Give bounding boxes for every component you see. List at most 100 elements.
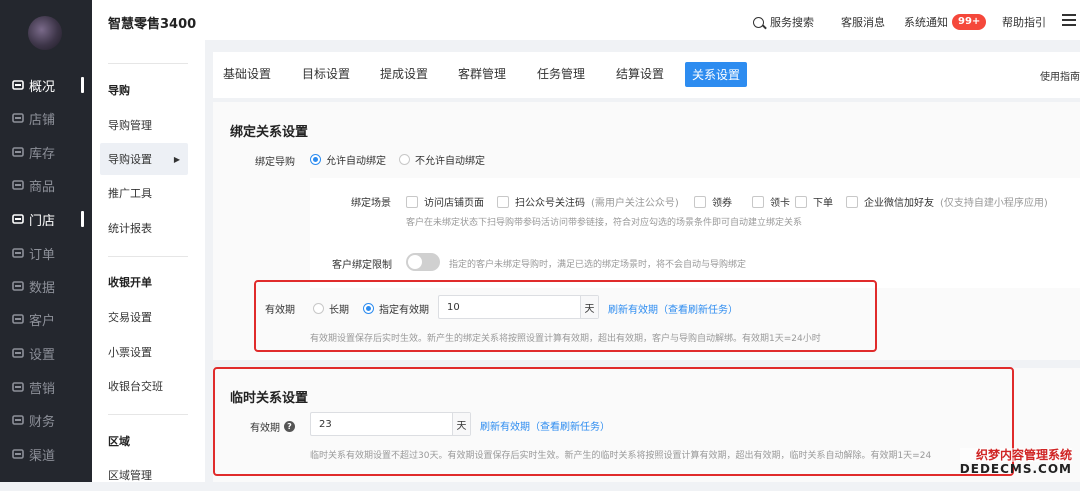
sub-nav-label: 交易设置 <box>108 311 152 324</box>
nav-item-label: 财务 <box>29 414 56 430</box>
shop-icon <box>12 112 24 124</box>
nav-item-7[interactable]: 客户 <box>0 302 92 336</box>
nav-item-label: 客户 <box>29 313 56 329</box>
bind-scene-label: 访问店铺页面 <box>424 198 484 209</box>
checkbox-box[interactable] <box>406 195 418 208</box>
sub-nav-item[interactable]: 推广工具 <box>92 177 205 209</box>
customer-bind-limit-label: 客户绑定限制 <box>332 260 392 271</box>
tab-0[interactable]: 基础设置 <box>223 65 271 82</box>
sub-nav-item[interactable]: 导购管理 <box>92 109 205 141</box>
allow-auto-bind-radio[interactable]: 允许自动绑定 <box>310 152 386 167</box>
secondary-sidebar: 智慧零售3400 导购 导购管理 导购设置 ▶ 推广工具 统计报表 收银开单 交易设置 小票设置… <box>92 0 206 482</box>
nav-item-label: 渠道 <box>29 448 56 464</box>
avatar[interactable] <box>28 16 62 50</box>
checkbox-box[interactable] <box>795 195 807 208</box>
bind-scene-checkbox[interactable]: 企业微信加好友 (仅支持自建小程序应用) <box>846 194 1048 209</box>
primary-sidebar: 概况店铺库存商品门店订单数据客户设置营销财务渠道 <box>0 0 92 482</box>
sub-nav-group: 收银开单 <box>92 266 205 298</box>
active-indicator <box>81 211 84 227</box>
nav-item-3[interactable]: 商品 <box>0 168 92 202</box>
nav-item-label: 数据 <box>29 280 56 296</box>
tab-5[interactable]: 结算设置 <box>616 65 664 82</box>
sub-nav-item[interactable]: 导购设置 ▶ <box>100 143 188 175</box>
service-message-link[interactable]: 客服消息 <box>841 14 885 30</box>
bind-limit-toggle[interactable] <box>406 253 440 271</box>
tab-2[interactable]: 提成设置 <box>380 65 428 82</box>
bind-limit-hint: 指定的客户未绑定导购时，满足已选的绑定场景时，将不会自动与导购绑定 <box>449 260 747 270</box>
checkbox-box[interactable] <box>846 195 858 208</box>
nav-item-1[interactable]: 店铺 <box>0 101 92 135</box>
bind-scene-note: (仅支持自建小程序应用) <box>940 198 1048 209</box>
data-icon <box>12 280 24 292</box>
settings-tabs: 基础设置 目标设置 提成设置 客群管理 任务管理 结算设置 关系设置 使用指南 <box>213 52 1080 98</box>
sub-nav-item[interactable]: 统计报表 <box>92 212 205 244</box>
bind-scene-label: 绑定场景 <box>351 198 391 209</box>
tab-4[interactable]: 任务管理 <box>537 65 585 82</box>
bind-scene-checkbox[interactable]: 领券 <box>694 194 732 209</box>
nav-item-4[interactable]: 门店 <box>0 202 92 236</box>
order-icon <box>12 247 24 259</box>
nav-item-label: 设置 <box>29 347 56 363</box>
system-notice-link[interactable]: 系统通知 99+ <box>904 14 987 30</box>
notice-count-badge: 99+ <box>952 14 987 30</box>
nav-item-label: 商品 <box>29 179 56 195</box>
highlight-bind-validity <box>254 280 877 352</box>
bind-scene-checkbox[interactable]: 领卡 <box>752 194 790 209</box>
checkbox-box[interactable] <box>694 195 706 208</box>
divider <box>108 63 188 64</box>
sub-nav-label: 导购设置 <box>108 153 152 166</box>
usage-guide-link[interactable]: 使用指南 <box>1040 68 1080 83</box>
bind-scene-checkbox[interactable]: 下单 <box>795 194 833 209</box>
tab-3[interactable]: 客群管理 <box>458 65 506 82</box>
bind-scene-label: 领券 <box>712 198 732 209</box>
deny-auto-bind-radio[interactable]: 不允许自动绑定 <box>399 152 485 167</box>
top-header: 服务搜索 客服消息 系统通知 99+ 帮助指引 <box>205 0 1080 41</box>
bind-scene-hint: 客户在未绑定状态下扫导购带参码活访问带参链接，符合对应勾选的场景条件即可自动建立… <box>406 218 803 228</box>
menu-icon[interactable] <box>1062 14 1076 29</box>
nav-item-label: 订单 <box>29 247 56 263</box>
sub-nav-label: 区域管理 <box>108 469 152 482</box>
inventory-icon <box>12 146 24 158</box>
bind-scene-label: 领卡 <box>770 198 790 209</box>
nav-item-11[interactable]: 渠道 <box>0 437 92 471</box>
active-indicator <box>81 77 84 93</box>
marketing-icon <box>12 381 24 393</box>
bind-guide-label: 绑定导购 <box>255 157 295 168</box>
customer-icon <box>12 313 24 325</box>
nav-item-label: 概况 <box>29 79 56 95</box>
highlight-temp-relation <box>213 367 1014 476</box>
sub-nav-item[interactable]: 小票设置 <box>92 336 205 368</box>
service-search[interactable]: 服务搜索 <box>753 14 814 30</box>
nav-item-label: 店铺 <box>29 112 56 128</box>
deny-auto-bind-label: 不允许自动绑定 <box>415 156 485 167</box>
channel-icon <box>12 448 24 460</box>
bind-scene-checkbox[interactable]: 访问店铺页面 <box>406 194 484 209</box>
store-icon <box>12 213 24 225</box>
bind-scene-note: (需用户关注公众号) <box>591 198 679 209</box>
nav-item-9[interactable]: 营销 <box>0 370 92 404</box>
sub-nav-group: 区域 <box>92 425 205 457</box>
checkbox-box[interactable] <box>752 195 764 208</box>
watermark-line1: 织梦内容管理系统 <box>959 448 1072 462</box>
tab-6[interactable]: 关系设置 <box>685 62 748 87</box>
tab-1[interactable]: 目标设置 <box>302 65 350 82</box>
bind-scene-label: 扫公众号关注码 <box>515 198 585 209</box>
nav-item-10[interactable]: 财务 <box>0 403 92 437</box>
nav-item-5[interactable]: 订单 <box>0 236 92 270</box>
bind-scene-checkbox[interactable]: 扫公众号关注码 (需用户关注公众号) <box>497 194 679 209</box>
nav-item-8[interactable]: 设置 <box>0 336 92 370</box>
sub-nav-item[interactable]: 区域管理 <box>92 459 205 491</box>
nav-item-2[interactable]: 库存 <box>0 135 92 169</box>
sub-nav-label: 统计报表 <box>108 222 152 235</box>
sub-nav-item[interactable]: 收银台交班 <box>92 370 205 402</box>
nav-item-0[interactable]: 概况 <box>0 68 92 102</box>
nav-item-6[interactable]: 数据 <box>0 269 92 303</box>
checkbox-box[interactable] <box>497 195 509 208</box>
nav-item-label: 门店 <box>29 213 56 229</box>
sub-nav-label: 推广工具 <box>108 187 152 200</box>
sub-nav-item[interactable]: 交易设置 <box>92 301 205 333</box>
divider <box>108 256 188 257</box>
caret-right-icon: ▶ <box>173 154 180 164</box>
help-guide-link[interactable]: 帮助指引 <box>1002 14 1046 30</box>
sub-nav-label: 收银台交班 <box>108 380 163 393</box>
